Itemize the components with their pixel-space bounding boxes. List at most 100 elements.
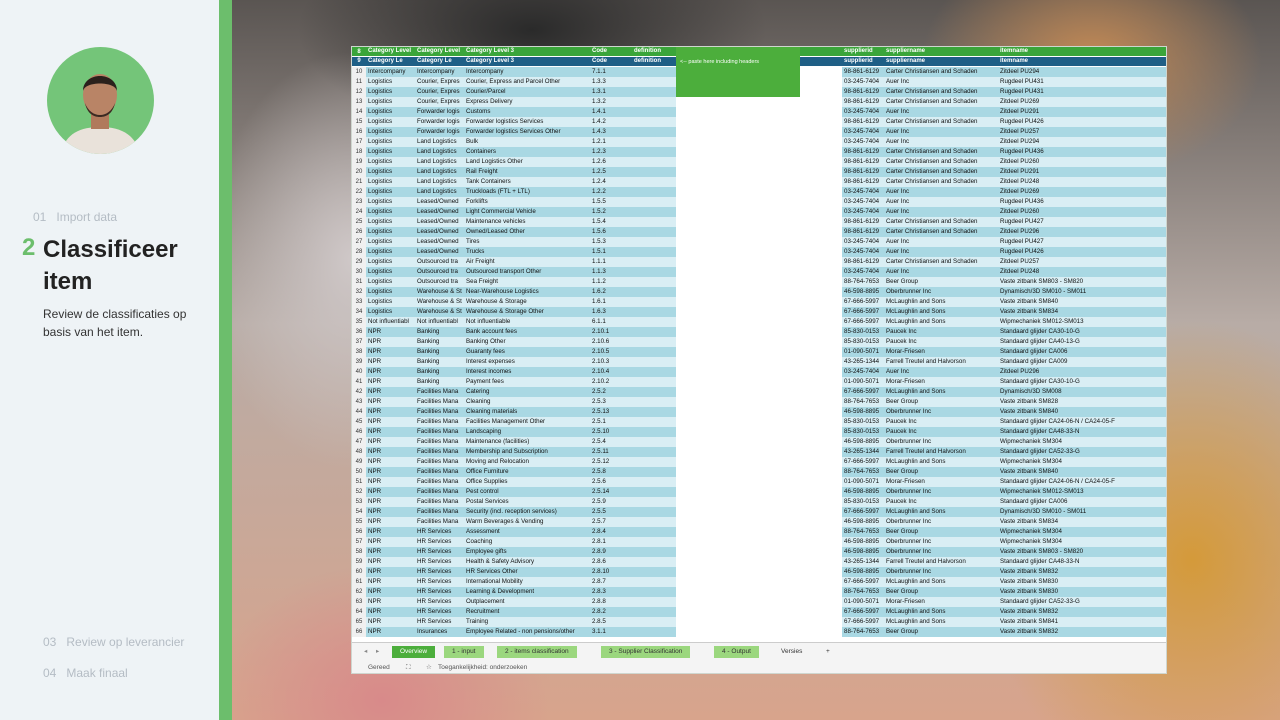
table-cell[interactable]: 46-598-8895 [842,537,884,547]
table-cell[interactable]: 2.8.8 [590,597,632,607]
table-cell[interactable]: Land Logistics [415,147,464,157]
table-row[interactable]: NPR Facilities Mana Cleaning 2.5.3 [366,397,676,407]
table-cell[interactable]: Rugdeel PU426 [998,247,1166,257]
table-cell[interactable]: Carter Christiansen and Schaden [884,87,998,97]
table-cell[interactable]: Rugdeel PU431 [998,87,1166,97]
table-cell[interactable]: Intercompany [464,67,590,77]
table-cell[interactable]: Standaard glijder CA006 [998,347,1166,357]
table-cell[interactable]: Carter Christiansen and Schaden [884,257,998,267]
table-cell[interactable]: Facilities Mana [415,517,464,527]
table-cell[interactable]: Land Logistics [415,177,464,187]
table-cell[interactable]: Wipmechaniek SM304 [998,527,1166,537]
table-cell[interactable]: Standaard glijder CA009 [998,357,1166,367]
table-cell[interactable]: Bulk [464,137,590,147]
table-cell[interactable]: Zitdeel PU269 [998,97,1166,107]
table-cell[interactable]: 01-090-5071 [842,347,884,357]
table-row[interactable]: Logistics Outsourced tra Air Freight 1.1.1 [366,257,676,267]
table-cell[interactable]: Land Logistics [415,137,464,147]
table-row-supplier[interactable]: 46-598-8895 Oberbrunner Inc Vaste zitbank … [842,407,1166,417]
table-cell[interactable]: Cleaning [464,397,590,407]
step-finalize[interactable]: 04 Maak finaal [43,666,128,680]
table-cell[interactable]: Facilities Mana [415,417,464,427]
table-cell[interactable]: Zitdeel PU294 [998,137,1166,147]
table-cell[interactable]: McLaughlin and Sons [884,577,998,587]
table-row[interactable]: NPR HR Services Employee gifts 2.8.9 [366,547,676,557]
row-number[interactable]: 59 [352,557,366,567]
table-cell[interactable]: 1.2.4 [590,177,632,187]
table-cell[interactable]: 67-666-5997 [842,297,884,307]
table-cell[interactable]: 1.5.3 [590,237,632,247]
table-cell[interactable]: HR Services [415,587,464,597]
table-cell[interactable]: Express Delivery [464,97,590,107]
table-row-supplier[interactable]: 98-861-6129 Carter Christiansen and Schad… [842,67,1166,77]
table-cell[interactable]: Vaste zitbank SM841 [998,617,1166,627]
table-cell[interactable]: Warm Beverages & Vending [464,517,590,527]
table-cell[interactable]: Carter Christiansen and Schaden [884,217,998,227]
table-cell[interactable]: Auer Inc [884,267,998,277]
spreadsheet-window[interactable]: 8 Category Level Category Level Category… [351,46,1167,674]
table-row[interactable]: NPR Insurances Employee Related - non pens… [366,627,676,637]
table-cell[interactable]: Facilities Mana [415,487,464,497]
row-number[interactable]: 39 [352,357,366,367]
table-cell[interactable]: 85-830-0153 [842,327,884,337]
table-row-supplier[interactable]: 67-666-5997 McLaughlin and Sons Vaste zitb… [842,607,1166,617]
table-cell[interactable]: Courier, Express and Parcel Other [464,77,590,87]
table-cell[interactable]: Air Freight [464,257,590,267]
table-cell[interactable]: Logistics [366,77,415,87]
table-row[interactable]: NPR Facilities Mana Warm Beverages & Vendi… [366,517,676,527]
table-cell[interactable]: Maintenance (facilities) [464,437,590,447]
table-cell[interactable]: Banking [415,327,464,337]
table-cell[interactable]: 01-090-5071 [842,597,884,607]
table-cell[interactable]: NPR [366,527,415,537]
table-row[interactable]: Logistics Forwarder logis Forwarder logist… [366,127,676,137]
table-row-supplier[interactable]: 01-090-5071 Morar-Friesen Standaard glijde… [842,347,1166,357]
table-cell[interactable]: Zitdeel PU296 [998,227,1166,237]
table-row-supplier[interactable]: 46-598-8895 Oberbrunner Inc Vaste zitbank … [842,547,1166,557]
table-cell[interactable]: Logistics [366,137,415,147]
table-cell[interactable]: 2.5.8 [590,467,632,477]
table-cell[interactable]: 88-764-7653 [842,467,884,477]
table-row[interactable]: Intercompany Intercompany Intercompany 7.1.… [366,67,676,77]
table-cell[interactable]: Beer Group [884,467,998,477]
table-row[interactable]: NPR Banking Payment fees 2.10.2 [366,377,676,387]
row-number[interactable]: 47 [352,437,366,447]
table-cell[interactable]: 2.10.3 [590,357,632,367]
row-number[interactable]: 58 [352,547,366,557]
table-cell[interactable]: Forklifts [464,197,590,207]
table-cell[interactable]: Facilities Management Other [464,417,590,427]
table-cell[interactable]: Facilities Mana [415,497,464,507]
table-cell[interactable]: Vaste zitbank SM840 [998,467,1166,477]
table-cell[interactable]: 1.6.2 [590,287,632,297]
table-cell[interactable]: Forwarder logis [415,127,464,137]
table-cell[interactable]: Employee gifts [464,547,590,557]
table-cell[interactable]: 2.10.5 [590,347,632,357]
table-cell[interactable]: Logistics [366,237,415,247]
table-cell[interactable]: Training [464,617,590,627]
row-number[interactable]: 14 [352,107,366,117]
table-cell[interactable]: Logistics [366,167,415,177]
table-row-supplier[interactable]: 46-598-8895 Oberbrunner Inc Wipmechaniek S… [842,487,1166,497]
table-cell[interactable]: 1.1.2 [590,277,632,287]
table-cell[interactable]: Wipmechaniek SM012-SM013 [998,487,1166,497]
table-cell[interactable]: 2.5.5 [590,507,632,517]
table-cell[interactable]: Dynamisch/3D SM010 - SM011 [998,287,1166,297]
table-cell[interactable]: 03-245-7404 [842,247,884,257]
table-row-supplier[interactable]: 01-090-5071 Morar-Friesen Standaard glijde… [842,377,1166,387]
table-cell[interactable]: 43-265-1344 [842,447,884,457]
table-row-supplier[interactable]: 67-666-5997 McLaughlin and Sons Vaste zitb… [842,617,1166,627]
table-cell[interactable]: Logistics [366,147,415,157]
table-cell[interactable]: Facilities Mana [415,507,464,517]
table-cell[interactable]: 2.5.12 [590,457,632,467]
table-row[interactable]: Logistics Warehouse & St Near-Warehouse Lo… [366,287,676,297]
table-cell[interactable]: Logistics [366,127,415,137]
table-cell[interactable]: 2.8.7 [590,577,632,587]
table-row-supplier[interactable]: 03-245-7404 Auer Inc Rugdeel PU427 [842,237,1166,247]
table-cell[interactable]: Paucek Inc [884,427,998,437]
table-cell[interactable]: Wipmechaniek SM012-SM013 [998,317,1166,327]
table-row-supplier[interactable]: 98-861-6129 Carter Christiansen and Schad… [842,227,1166,237]
table-cell[interactable]: Logistics [366,277,415,287]
table-cell[interactable]: 85-830-0153 [842,427,884,437]
tab-overview[interactable]: Overview [392,646,436,658]
table-cell[interactable]: 1.2.2 [590,187,632,197]
table-row[interactable]: Logistics Courier, Expres Express Delivery… [366,97,676,107]
